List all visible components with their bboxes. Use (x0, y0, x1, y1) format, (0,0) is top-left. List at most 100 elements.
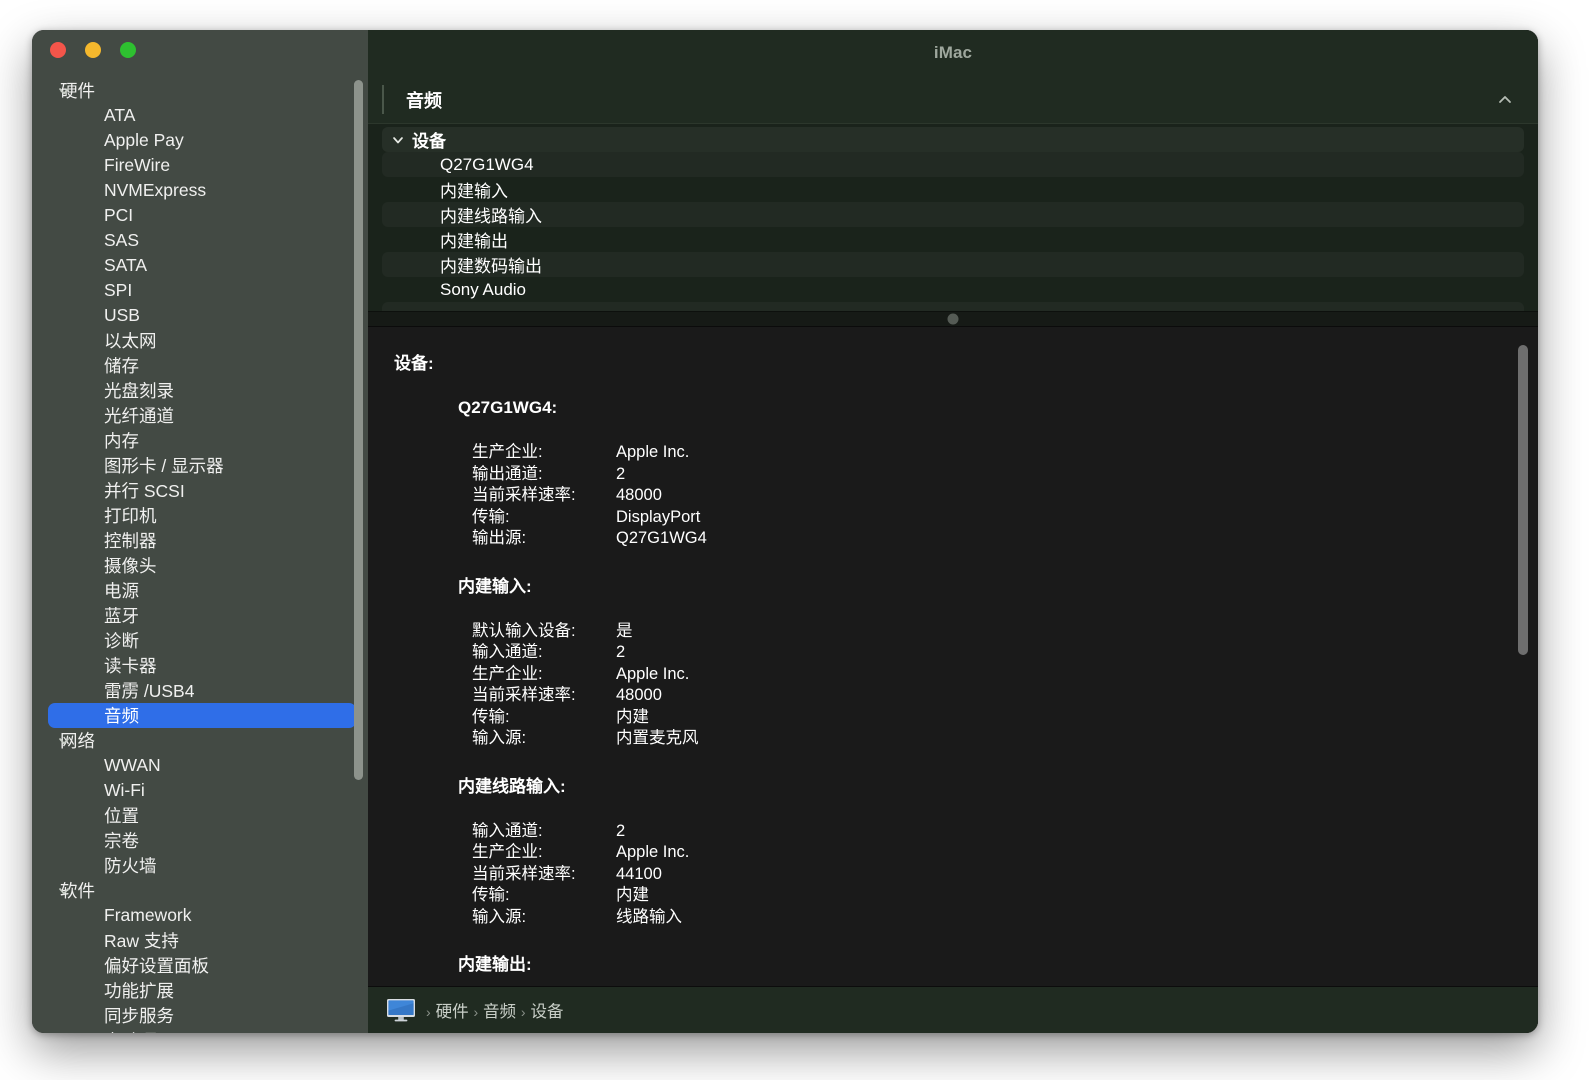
detail-row-value: 是 (616, 621, 633, 640)
sidebar-item-scsi[interactable]: 并行 SCSI (32, 478, 368, 503)
sidebar-item-label: SATA (104, 255, 148, 275)
sidebar-item-item[interactable]: 读卡器 (32, 653, 368, 678)
sidebar-item-label: 光盘刻录 (104, 381, 174, 401)
sidebar-item-spi[interactable]: SPI (32, 278, 368, 303)
sidebar-item-apple-pay[interactable]: Apple Pay (32, 128, 368, 153)
device-group-label: 设备 (412, 132, 446, 151)
sidebar-item-wi-fi[interactable]: Wi-Fi (32, 778, 368, 803)
device-row[interactable]: 内建线路输入 (382, 202, 1524, 227)
device-row[interactable]: Q27G1WG4 (382, 152, 1524, 177)
detail-row-value: Apple Inc. (616, 443, 690, 461)
sidebar-item-item[interactable]: 打印机 (32, 503, 368, 528)
sidebar-item-label: 储存 (104, 356, 139, 376)
sidebar-item-item[interactable]: 宗卷 (32, 828, 368, 853)
sidebar-item-label: WWAN (104, 755, 161, 775)
sidebar-item-label: Framework (104, 905, 192, 925)
sidebar-item-item[interactable]: 音频 (48, 703, 356, 728)
chevron-up-icon[interactable] (1496, 91, 1514, 109)
detail-rows: 输入通道: 2 生产企业: Apple Inc. 当前采样速率: 44100 传输: 内建 输入… (472, 817, 1498, 926)
chevron-down-icon[interactable] (56, 733, 72, 749)
close-button[interactable] (50, 42, 66, 58)
sidebar-item-sas[interactable]: SAS (32, 228, 368, 253)
chevron-down-icon[interactable] (56, 883, 72, 899)
breadcrumb-item-item[interactable]: 音频 (483, 1003, 516, 1021)
device-row-label: 内建线路输入 (440, 207, 542, 226)
sidebar-item-item[interactable]: 以太网 (32, 328, 368, 353)
device-row[interactable]: Sony Audio (382, 277, 1524, 302)
sidebar-item-item[interactable]: 蓝牙 (32, 603, 368, 628)
detail-group: 内建线路输入: 输入通道: 2 生产企业: Apple Inc. 当前采样速率: 44100… (458, 772, 1498, 926)
sidebar-item-item[interactable]: 光纤通道 (32, 403, 368, 428)
sidebar-scrollbar[interactable] (354, 80, 363, 1021)
sidebar-item-sata[interactable]: SATA (32, 253, 368, 278)
sidebar-item-item[interactable]: 偏好设置面板 (32, 953, 368, 978)
sidebar-item-item[interactable]: 图形卡 / 显示器 (32, 453, 368, 478)
detail-row-value: 2 (616, 643, 626, 661)
sidebar-item-item[interactable]: 防火墙 (32, 853, 368, 878)
minimize-button[interactable] (85, 42, 101, 58)
chevron-down-icon[interactable] (56, 83, 72, 99)
sidebar-item-item[interactable]: 诊断 (32, 628, 368, 653)
detail-row-value: 线路输入 (616, 907, 682, 926)
sidebar-item-label: SAS (104, 230, 140, 250)
sidebar-item-wwan[interactable]: WWAN (32, 753, 368, 778)
detail-row: 生产企业: Apple Inc. (472, 660, 1498, 683)
chevron-down-icon[interactable] (390, 132, 406, 148)
detail-row-key: 传输: (472, 507, 510, 526)
detail-row-key: 生产企业: (472, 843, 543, 861)
pane-splitter[interactable] (368, 311, 1538, 327)
sidebar-item-label: Wi-Fi (104, 780, 145, 800)
sidebar-item-item[interactable]: 位置 (32, 803, 368, 828)
sidebar-item-pci[interactable]: PCI (32, 203, 368, 228)
sidebar-item-item[interactable]: 控制器 (32, 528, 368, 553)
sidebar-group-item[interactable]: 硬件 (32, 78, 368, 103)
section-accent-bar (382, 85, 384, 114)
breadcrumb: › 硬件 › 音频 › 设备 (425, 998, 563, 1022)
sidebar-group-item[interactable]: 软件 (32, 878, 368, 903)
detail-group-title: Q27G1WG4: (458, 398, 558, 417)
device-row-label: Sony Audio (440, 279, 527, 299)
sidebar-item-item[interactable]: 摄像头 (32, 553, 368, 578)
detail-row: 当前采样速率: 48000 (472, 481, 1498, 504)
sidebar-group-item[interactable]: 网络 (32, 728, 368, 753)
sidebar-item-item[interactable]: 同步服务 (32, 1003, 368, 1028)
device-row[interactable]: 内建输入 (382, 177, 1524, 202)
imac-display-icon (386, 998, 416, 1022)
sidebar-item-ata[interactable]: ATA (32, 103, 368, 128)
device-group-row[interactable]: 设备 (382, 127, 1524, 152)
maximize-button[interactable] (120, 42, 136, 58)
sidebar-item-item[interactable]: 储存 (32, 353, 368, 378)
device-row[interactable]: 内建数码输出 (382, 252, 1524, 277)
sidebar-item-usb4[interactable]: 雷雳 /USB4 (32, 678, 368, 703)
detail-scrollbar-thumb[interactable] (1518, 345, 1528, 655)
sidebar-item-nvmexpress[interactable]: NVMExpress (32, 178, 368, 203)
detail-group: 内建输入: 默认输入设备: 是输入通道: 2 生产企业: Apple Inc. 当前采样速率… (458, 572, 1498, 748)
sidebar-item-item[interactable]: 光盘刻录 (32, 378, 368, 403)
sidebar-item-item[interactable]: 功能扩展 (32, 978, 368, 1003)
sidebar-item-label: 雷雳 /USB4 (104, 681, 195, 701)
sidebar-item-item[interactable]: 电源 (32, 578, 368, 603)
splitter-grip[interactable] (947, 313, 959, 325)
device-list[interactable]: 设备 Q27G1WG4 内建输入内建线路输入 内建输出内建数码输出 Sony Audio (368, 124, 1538, 311)
detail-row-key: 输入源: (472, 907, 527, 926)
main-pane: iMac 音频 设备 Q27G1WG4 内建输入 内建线路输入 内建输出 内建数码输出 So… (368, 30, 1538, 1033)
detail-row-value: 48000 (616, 486, 662, 504)
sidebar: 硬件 ATA Apple Pay FireWire NVMExpress PCI SAS SA… (32, 30, 368, 1033)
sidebar-item-raw[interactable]: Raw 支持 (32, 928, 368, 953)
sidebar-item-usb[interactable]: USB (32, 303, 368, 328)
detail-row-value: Apple Inc. (616, 843, 690, 861)
sidebar-item-framework[interactable]: Framework (32, 903, 368, 928)
detail-scrollbar[interactable] (1518, 345, 1528, 972)
detail-content: 设备: Q27G1WG4: 生产企业: Apple Inc. 输出通道: 2 当前采样速率… (368, 349, 1538, 975)
device-row[interactable]: 内建输出 (382, 227, 1524, 252)
sidebar-item-item[interactable]: 内存 (32, 428, 368, 453)
sidebar-item-firewire[interactable]: FireWire (32, 153, 368, 178)
sidebar-item-item[interactable]: 启动项 (32, 1028, 368, 1033)
detail-row: 当前采样速率: 44100 (472, 860, 1498, 883)
sidebar-scrollbar-thumb[interactable] (354, 80, 363, 780)
breadcrumb-item-item[interactable]: 设备 (530, 1003, 563, 1021)
breadcrumb-item-item[interactable]: 硬件 (436, 1003, 469, 1021)
sidebar-item-label: 摄像头 (104, 556, 157, 576)
section-header: 音频 (368, 76, 1538, 124)
device-row-label: 内建数码输出 (440, 257, 542, 276)
